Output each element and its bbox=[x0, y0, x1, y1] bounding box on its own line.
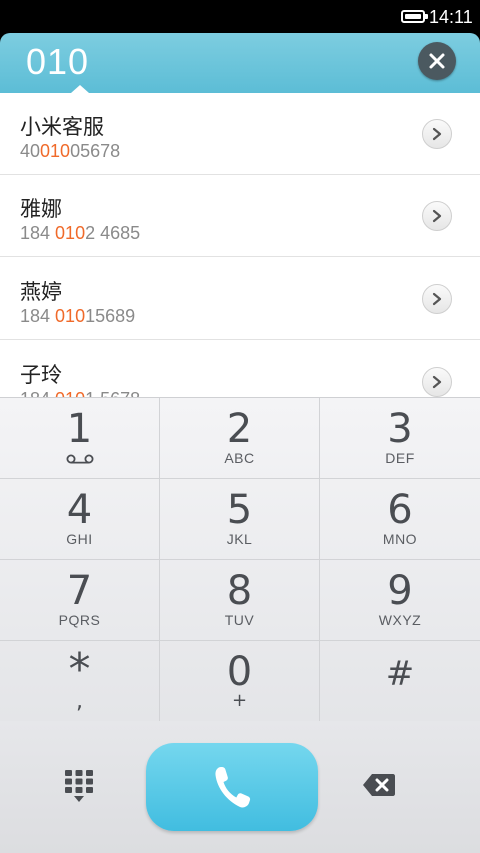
dial-keypad: 1 2 ABC 3 DEF 4 GHI 5 JKL 6 MNO 7 PQRS 8… bbox=[0, 397, 480, 722]
contact-name: 子玲 bbox=[20, 363, 62, 387]
key-1[interactable]: 1 bbox=[0, 398, 160, 479]
toggle-dialpad-button[interactable] bbox=[54, 761, 104, 811]
key-letters: JKL bbox=[226, 531, 253, 547]
dial-header: 010 bbox=[0, 33, 480, 93]
key-letters: MNO bbox=[382, 531, 418, 547]
chevron-right-icon bbox=[432, 375, 442, 389]
backspace-button[interactable] bbox=[356, 767, 402, 803]
key-digit: 8 bbox=[226, 568, 253, 614]
key-digit: 5 bbox=[226, 487, 253, 533]
contact-detail-button[interactable] bbox=[422, 119, 452, 149]
contact-name: 雅娜 bbox=[20, 197, 62, 221]
header-pointer bbox=[71, 85, 89, 93]
key-sub: + bbox=[231, 690, 248, 711]
key-digit: 4 bbox=[66, 487, 93, 533]
contact-detail-button[interactable] bbox=[422, 284, 452, 314]
contact-detail-button[interactable] bbox=[422, 201, 452, 231]
key-letters: ABC bbox=[224, 450, 255, 466]
key-5[interactable]: 5 JKL bbox=[160, 479, 320, 560]
key-star[interactable]: * , bbox=[0, 641, 160, 722]
key-letters: DEF bbox=[385, 450, 415, 466]
dialpad-icon bbox=[65, 770, 93, 802]
key-3[interactable]: 3 DEF bbox=[320, 398, 480, 479]
key-digit: 1 bbox=[66, 406, 93, 452]
contact-number: 4001005678 bbox=[20, 141, 121, 161]
contact-row[interactable]: 子玲 184 0101 5678 bbox=[0, 341, 480, 398]
dialed-number: 010 bbox=[26, 41, 90, 82]
key-digit: 2 bbox=[226, 406, 253, 452]
contact-results-list[interactable]: 小米客服 4001005678 雅娜 184 0102 4685 燕婷 184 … bbox=[0, 93, 480, 398]
status-bar: 14:11 bbox=[0, 0, 480, 33]
close-icon bbox=[429, 53, 445, 69]
key-2[interactable]: 2 ABC bbox=[160, 398, 320, 479]
key-digit: 3 bbox=[387, 406, 413, 452]
chevron-right-icon bbox=[432, 292, 442, 306]
call-button[interactable] bbox=[146, 743, 318, 831]
key-digit: 9 bbox=[387, 568, 413, 614]
clear-button[interactable] bbox=[418, 42, 456, 80]
key-digit: 6 bbox=[387, 487, 413, 533]
key-letters: WXYZ bbox=[378, 612, 422, 628]
contact-name: 小米客服 bbox=[20, 115, 104, 139]
key-digit: * bbox=[68, 644, 91, 695]
contact-number: 184 0102 4685 bbox=[20, 223, 141, 243]
key-7[interactable]: 7 PQRS bbox=[0, 560, 160, 641]
contact-row[interactable]: 雅娜 184 0102 4685 bbox=[0, 175, 480, 257]
battery-icon bbox=[401, 10, 428, 23]
contact-detail-button[interactable] bbox=[422, 367, 452, 397]
status-time: 14:11 bbox=[429, 7, 473, 27]
key-letters: GHI bbox=[66, 531, 93, 547]
chevron-right-icon bbox=[432, 127, 442, 141]
contact-number: 184 01015689 bbox=[20, 306, 136, 326]
contact-row[interactable]: 燕婷 184 01015689 bbox=[0, 258, 480, 340]
key-hash[interactable]: # bbox=[320, 641, 480, 722]
key-8[interactable]: 8 TUV bbox=[160, 560, 320, 641]
key-letters: TUV bbox=[224, 612, 255, 628]
key-digit: # bbox=[385, 654, 415, 694]
key-9[interactable]: 9 WXYZ bbox=[320, 560, 480, 641]
backspace-icon bbox=[363, 774, 395, 796]
key-4[interactable]: 4 GHI bbox=[0, 479, 160, 560]
dialer-action-bar bbox=[0, 721, 480, 853]
key-letters: PQRS bbox=[58, 612, 101, 628]
chevron-right-icon bbox=[432, 209, 442, 223]
key-0[interactable]: 0 + bbox=[160, 641, 320, 722]
key-6[interactable]: 6 MNO bbox=[320, 479, 480, 560]
key-sub: , bbox=[76, 689, 83, 714]
contact-name: 燕婷 bbox=[20, 280, 62, 304]
key-digit: 7 bbox=[66, 568, 93, 614]
voicemail-icon bbox=[66, 454, 94, 464]
key-digit: 0 bbox=[226, 649, 253, 695]
phone-icon bbox=[215, 767, 251, 808]
contact-row[interactable]: 小米客服 4001005678 bbox=[0, 93, 480, 175]
